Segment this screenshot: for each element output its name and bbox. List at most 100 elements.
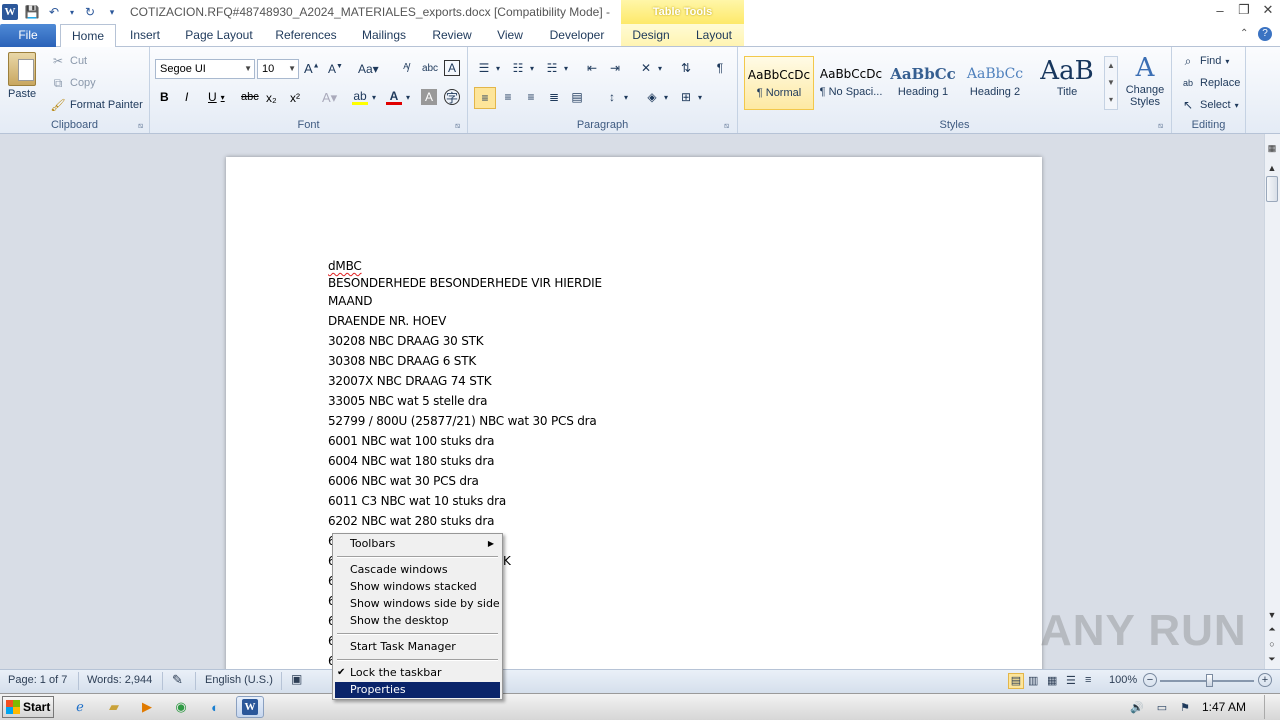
- highlight-button[interactable]: ab ▾: [352, 89, 376, 105]
- print-layout-view-icon[interactable]: ▤: [1008, 673, 1024, 689]
- character-shading-button[interactable]: A: [421, 89, 437, 105]
- select-button[interactable]: ↖ Select ▾: [1180, 97, 1239, 113]
- doc-line[interactable]: 30208 NBC DRAAG 30 STK: [328, 334, 484, 348]
- phonetic-guide-button[interactable]: abc: [422, 60, 438, 76]
- word-app-icon[interactable]: W: [2, 4, 18, 20]
- tab-mailings[interactable]: Mailings: [354, 24, 414, 47]
- subscript-button[interactable]: x₂: [266, 91, 277, 105]
- align-center-button[interactable]: ≡: [500, 89, 516, 105]
- language[interactable]: English (U.S.): [205, 674, 273, 686]
- start-button[interactable]: Start: [2, 696, 54, 718]
- font-launcher-icon[interactable]: ⧅: [455, 121, 460, 131]
- distributed-button[interactable]: ▤: [569, 89, 585, 105]
- superscript-button[interactable]: x²: [290, 91, 300, 105]
- menu-item-show-stacked[interactable]: Show windows stacked: [335, 579, 500, 595]
- font-name-combo[interactable]: Segoe UI ▼: [155, 59, 255, 79]
- tab-developer[interactable]: Developer: [542, 24, 612, 47]
- vertical-scrollbar[interactable]: [1264, 134, 1280, 669]
- zoom-out-icon[interactable]: −: [1143, 673, 1157, 687]
- doc-line[interactable]: 30308 NBC DRAAG 6 STK: [328, 354, 476, 368]
- style-heading-1[interactable]: AaBbCc Heading 1: [888, 56, 958, 110]
- doc-line[interactable]: DRAENDE NR. HOEV: [328, 314, 446, 328]
- macro-recording-icon[interactable]: ▣: [291, 672, 302, 686]
- edge-icon[interactable]: ◐: [205, 697, 225, 717]
- styles-gallery-scroll[interactable]: ▲ ▼ ▾: [1104, 56, 1118, 110]
- line-spacing-button[interactable]: ↕ ▾: [604, 89, 628, 105]
- align-right-button[interactable]: ≡: [523, 89, 539, 105]
- tab-file[interactable]: File: [0, 24, 56, 47]
- save-icon[interactable]: 💾: [24, 4, 40, 20]
- minimize-icon[interactable]: –: [1208, 0, 1232, 20]
- taskbar-word-button[interactable]: W: [236, 696, 264, 718]
- strikethrough-button[interactable]: abc: [241, 91, 259, 103]
- change-styles-button[interactable]: A Change Styles: [1122, 52, 1168, 108]
- scroll-down-icon[interactable]: ▼: [1266, 609, 1278, 621]
- shrink-font-button[interactable]: A▼: [328, 62, 343, 76]
- doc-line[interactable]: 52799 / 800U (25877/21) NBC wat 30 PCS d…: [328, 414, 597, 428]
- word-count[interactable]: Words: 2,944: [87, 674, 152, 686]
- redo-icon[interactable]: ↻: [82, 4, 98, 20]
- customize-qat-icon[interactable]: ▾: [104, 4, 120, 20]
- doc-line[interactable]: 6011 C3 NBC wat 10 stuks dra: [328, 494, 506, 508]
- tab-insert[interactable]: Insert: [122, 24, 168, 47]
- bold-button[interactable]: B: [160, 90, 169, 104]
- doc-line[interactable]: 6004 NBC wat 180 stuks dra: [328, 454, 494, 468]
- character-border-button[interactable]: A: [444, 60, 460, 76]
- undo-icon[interactable]: ↶: [46, 4, 62, 20]
- tab-layout[interactable]: Layout: [688, 24, 740, 47]
- doc-line[interactable]: 33005 NBC wat 5 stelle dra: [328, 394, 487, 408]
- menu-item-show-desktop[interactable]: Show the desktop: [335, 613, 500, 629]
- proofing-icon[interactable]: ✎: [172, 672, 183, 688]
- multilevel-list-button[interactable]: ☵ ▾: [544, 60, 568, 76]
- folder-icon[interactable]: ▰: [104, 697, 124, 717]
- doc-line[interactable]: dMBC: [328, 259, 362, 273]
- tab-home[interactable]: Home: [60, 24, 116, 48]
- styles-launcher-icon[interactable]: ⧅: [1158, 121, 1163, 131]
- sort-button[interactable]: ⇅: [678, 60, 694, 76]
- underline-button[interactable]: U ▾: [208, 90, 225, 104]
- tab-design[interactable]: Design: [626, 24, 676, 47]
- grow-font-button[interactable]: A▲: [304, 61, 320, 76]
- previous-page-icon[interactable]: ⏶: [1266, 623, 1278, 635]
- tab-review[interactable]: Review: [426, 24, 478, 47]
- bullets-button[interactable]: ☰ ▾: [476, 60, 500, 76]
- numbering-button[interactable]: ☷ ▾: [510, 60, 534, 76]
- chrome-icon[interactable]: ◉: [171, 697, 191, 717]
- help-icon[interactable]: ?: [1258, 27, 1272, 41]
- paragraph-launcher-icon[interactable]: ⧅: [724, 121, 729, 131]
- decrease-indent-button[interactable]: ⇤: [584, 60, 600, 76]
- change-case-button[interactable]: Aa▾: [358, 62, 379, 76]
- tab-view[interactable]: View: [490, 24, 530, 47]
- format-painter-button[interactable]: 🖌 Format Painter: [50, 97, 142, 113]
- copy-button[interactable]: ⧉ Copy: [50, 75, 96, 91]
- show-hide-button[interactable]: ¶: [712, 60, 728, 76]
- font-color-button[interactable]: A ▾: [386, 89, 410, 105]
- align-left-button[interactable]: ≡: [474, 87, 496, 109]
- zoom-level[interactable]: 100%: [1109, 674, 1137, 686]
- cut-button[interactable]: ✂ Cut: [50, 53, 87, 69]
- outline-view-icon[interactable]: ☰: [1066, 674, 1076, 687]
- scroll-up-icon[interactable]: ▲: [1266, 162, 1278, 174]
- menu-item-cascade-windows[interactable]: Cascade windows: [335, 562, 500, 578]
- show-desktop-button[interactable]: [1264, 695, 1278, 719]
- doc-line[interactable]: BESONDERHEDE BESONDERHEDE VIR HIERDIE: [328, 276, 602, 290]
- internet-explorer-icon[interactable]: ℯ: [70, 697, 90, 717]
- menu-item-side-by-side[interactable]: Show windows side by side: [335, 596, 500, 612]
- browse-object-icon[interactable]: ○: [1266, 638, 1278, 650]
- media-player-icon[interactable]: ▶: [137, 697, 157, 717]
- clipboard-launcher-icon[interactable]: ⧅: [138, 121, 143, 131]
- paste-button[interactable]: Paste: [8, 52, 36, 100]
- ruler-toggle-icon[interactable]: ▦: [1266, 142, 1278, 154]
- doc-line[interactable]: 6006 NBC wat 30 PCS dra: [328, 474, 479, 488]
- shading-button[interactable]: ◈ ▾: [644, 89, 668, 105]
- next-page-icon[interactable]: ⏷: [1266, 653, 1278, 665]
- web-layout-icon[interactable]: ▦: [1047, 674, 1057, 687]
- volume-icon[interactable]: 🔊: [1127, 697, 1147, 717]
- doc-line[interactable]: 32007X NBC DRAAG 74 STK: [328, 374, 492, 388]
- zoom-slider-thumb[interactable]: [1206, 674, 1213, 687]
- style-heading-2[interactable]: AaBbCc Heading 2: [960, 56, 1030, 110]
- font-size-combo[interactable]: 10 ▼: [257, 59, 299, 79]
- tab-page-layout[interactable]: Page Layout: [180, 24, 258, 47]
- find-button[interactable]: ⌕ Find ▾: [1180, 53, 1230, 69]
- replace-button[interactable]: ab Replace: [1180, 75, 1240, 91]
